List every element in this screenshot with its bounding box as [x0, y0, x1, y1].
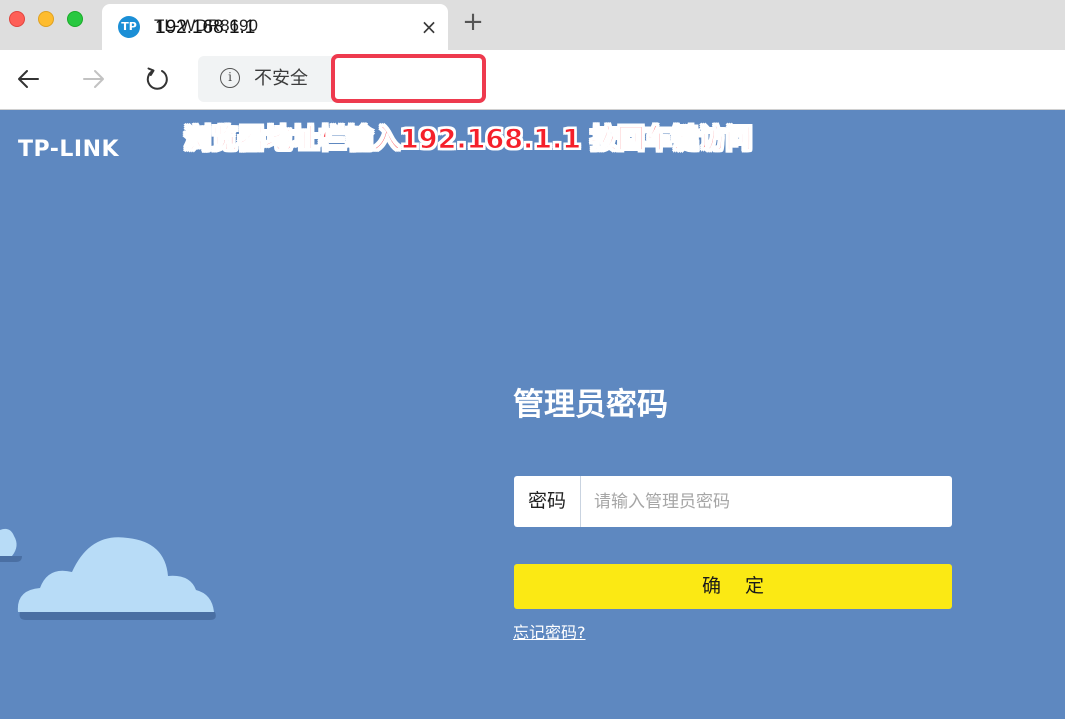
arrow-left-icon[interactable] — [12, 62, 46, 96]
minimize-window-button[interactable] — [38, 11, 54, 27]
url-highlight-box — [331, 54, 486, 103]
close-window-button[interactable] — [9, 11, 25, 27]
info-icon[interactable]: i — [220, 68, 240, 88]
password-label: 密码 — [514, 476, 581, 527]
password-field-row: 密码 — [514, 476, 952, 527]
address-bar[interactable]: i 不安全 — [198, 56, 1065, 102]
browser-toolbar: i 不安全 — [0, 50, 1065, 110]
browser-tab[interactable]: TP TL-WDR8690 × — [102, 4, 448, 50]
tp-link-logo: TP-LINK — [18, 137, 120, 162]
router-login-page: TP-LINK 浏览器地址栏输入192.168.1.1 按回车键访问 管理员密码… — [0, 110, 1065, 719]
cloud-icon — [0, 528, 216, 620]
browser-window: TP TL-WDR8690 × + i 不安全 192.168.1.1 TP-L… — [0, 0, 1065, 719]
reload-icon[interactable] — [140, 62, 174, 96]
url-text[interactable]: 192.168.1.1 — [155, 16, 255, 40]
forgot-password-link[interactable]: 忘记密码? — [513, 622, 586, 644]
maximize-window-button[interactable] — [67, 11, 83, 27]
plus-icon[interactable]: + — [460, 9, 486, 35]
close-icon[interactable]: × — [418, 16, 440, 38]
confirm-button[interactable]: 确定 — [514, 564, 952, 609]
tp-link-favicon-icon: TP — [118, 16, 140, 38]
security-status-label[interactable]: 不安全 — [254, 66, 308, 92]
arrow-right-icon[interactable] — [76, 62, 110, 96]
instruction-annotation: 浏览器地址栏输入192.168.1.1 按回车键访问 — [183, 124, 753, 156]
login-title: 管理员密码 — [513, 387, 668, 423]
password-input[interactable] — [582, 476, 942, 527]
